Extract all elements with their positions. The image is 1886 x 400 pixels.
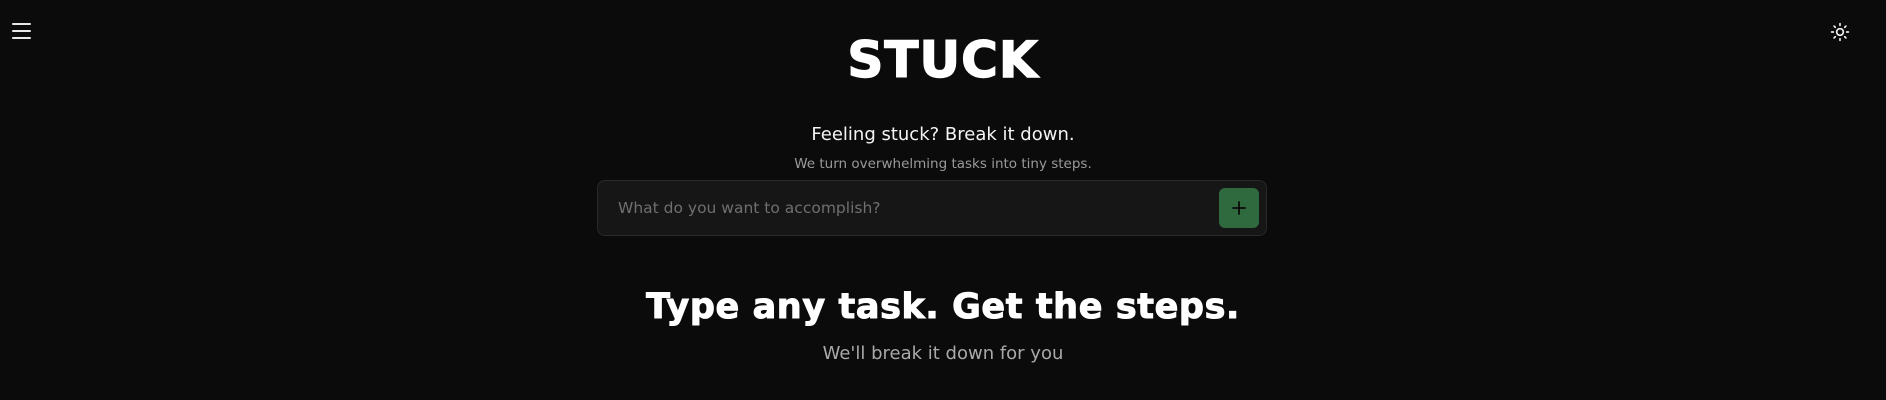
task-input-box (597, 180, 1267, 236)
hero-title: Type any task. Get the steps. (646, 287, 1240, 328)
subtagline: We turn overwhelming tasks into tiny ste… (794, 156, 1092, 172)
tagline: Feeling stuck? Break it down. (811, 124, 1075, 145)
header: STUCK Feeling stuck? Break it down. We t… (0, 26, 1886, 174)
hero-subtitle: We'll break it down for you (822, 343, 1064, 364)
brand-title: STUCK (847, 30, 1039, 89)
task-input[interactable] (598, 181, 1219, 235)
hamburger-menu-icon (12, 23, 31, 25)
app-page: STUCK Feeling stuck? Break it down. We t… (0, 0, 1886, 400)
hero-section: Type any task. Get the steps. We'll brea… (0, 283, 1886, 367)
plus-icon (1232, 201, 1246, 215)
add-task-button[interactable] (1219, 188, 1259, 228)
